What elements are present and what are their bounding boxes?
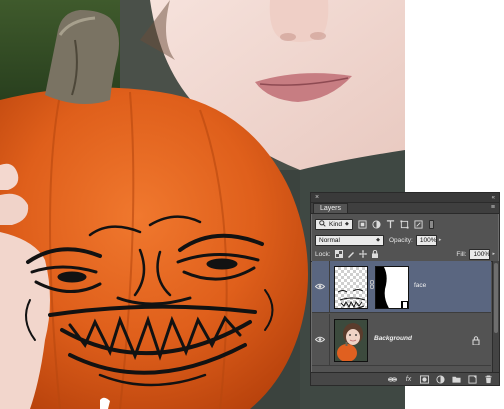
chevron-down-icon: ◆: [345, 221, 349, 227]
lock-transparent-pixels-icon[interactable]: [334, 250, 343, 258]
opacity-label: Opacity:: [389, 236, 413, 244]
layer-thumbnail[interactable]: [334, 319, 368, 362]
layer-thumbnail[interactable]: [334, 266, 368, 309]
panel-tab-row: Layers ≡: [311, 203, 499, 214]
fill-stepper-icon[interactable]: ▸: [492, 251, 495, 257]
shape-filter-icon[interactable]: [400, 219, 409, 229]
mask-link-icon[interactable]: [370, 277, 374, 291]
panel-titlebar: × «: [311, 193, 499, 203]
filter-toggle-switch[interactable]: [429, 219, 434, 229]
filter-kind-dropdown[interactable]: Kind ◆: [315, 218, 353, 230]
opacity-stepper-icon[interactable]: ▸: [439, 237, 442, 243]
new-layer-icon[interactable]: [468, 374, 477, 384]
link-icon[interactable]: [388, 375, 397, 384]
layers-bottom-bar: fx: [311, 372, 499, 385]
trash-icon[interactable]: [484, 374, 493, 384]
blend-row: Normal ◆ Opacity: 100% ▸: [311, 233, 499, 247]
fill-label: Fill:: [456, 250, 467, 258]
type-filter-icon[interactable]: [386, 219, 395, 229]
layer-locked-icon[interactable]: [472, 336, 480, 345]
visibility-eye-icon[interactable]: [315, 336, 325, 343]
folder-icon[interactable]: [452, 375, 461, 384]
close-panel-button[interactable]: ×: [315, 193, 319, 203]
mask-icon[interactable]: [420, 374, 429, 384]
pixel-filter-icon[interactable]: [358, 219, 367, 229]
scrollbar-thumb[interactable]: [494, 263, 498, 333]
lock-position-icon[interactable]: [358, 250, 367, 258]
tab-layers[interactable]: Layers: [313, 203, 349, 213]
blend-mode-value: Normal: [319, 236, 340, 244]
panel-menu-icon[interactable]: ≡: [491, 203, 495, 213]
search-icon: [319, 219, 326, 229]
chevron-down-icon: ◆: [376, 237, 380, 243]
layer-name[interactable]: face: [414, 282, 426, 289]
visibility-eye-icon[interactable]: [315, 283, 325, 290]
adjustment-icon[interactable]: [436, 374, 445, 384]
lock-image-pixels-icon[interactable]: [347, 250, 355, 258]
layer-row-face[interactable]: face: [312, 261, 491, 313]
layer-mask-thumbnail[interactable]: [375, 266, 409, 309]
adjustment-filter-icon[interactable]: [372, 219, 381, 229]
fx-icon[interactable]: fx: [404, 375, 413, 384]
blend-mode-dropdown[interactable]: Normal ◆: [315, 234, 384, 246]
fill-input[interactable]: 100%: [469, 248, 491, 260]
layers-panel: × « Layers ≡ Kind ◆ Normal ◆ Opacity: 10…: [310, 192, 500, 386]
lock-label: Lock:: [315, 250, 331, 258]
lock-all-icon[interactable]: [371, 250, 379, 258]
layers-scrollbar[interactable]: [492, 261, 499, 373]
column-divider: [329, 261, 330, 313]
layer-list: face Background: [312, 261, 491, 373]
column-divider: [329, 314, 330, 366]
lock-row: Lock: Fill: 100% ▸: [311, 248, 499, 262]
layer-row-background[interactable]: Background: [312, 314, 491, 366]
layer-name[interactable]: Background: [374, 335, 412, 342]
layer-filter-row: Kind ◆: [311, 217, 499, 231]
smart-object-filter-icon[interactable]: [414, 219, 423, 229]
collapse-panel-button[interactable]: «: [492, 193, 495, 203]
filter-kind-label: Kind: [329, 220, 343, 228]
opacity-input[interactable]: 100%: [415, 234, 437, 246]
